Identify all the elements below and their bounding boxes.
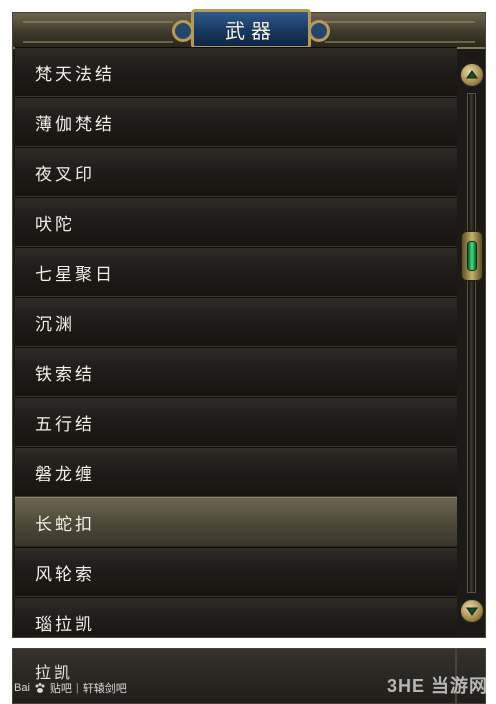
list-item[interactable]: 磐龙缠 (15, 447, 457, 497)
list-item-label: 沉渊 (35, 314, 75, 335)
forum-name: 轩辕剑吧 (82, 683, 127, 695)
list-item[interactable]: 长蛇扣 (15, 497, 457, 547)
list-item[interactable]: 夜叉印 (15, 147, 457, 197)
panel-header: 武器 (13, 9, 485, 49)
list-item[interactable]: 铁索结 (15, 347, 457, 397)
baidu-tieba-watermark: Bai 贴吧 | 轩辕剑吧 (14, 680, 127, 696)
site-watermark: 3HE 当游网 (386, 676, 488, 696)
list-item-label: 磐龙缠 (35, 464, 95, 485)
panel-title: 武器 (225, 18, 277, 43)
footer-separator: | (75, 682, 79, 694)
header-ornament-left (23, 21, 173, 43)
title-plate: 武器 (172, 9, 330, 49)
green-gem-icon (467, 241, 477, 271)
weapon-list: 梵天法结薄伽梵结夜叉印吠陀七星聚日沉渊铁索结五行结磐龙缠长蛇扣风轮索瑙拉凯 (15, 47, 457, 635)
list-item-label: 吠陀 (35, 214, 75, 235)
list-item[interactable]: 薄伽梵结 (15, 97, 457, 147)
weapon-list-panel: 武器 梵天法结薄伽梵结夜叉印吠陀七星聚日沉渊铁索结五行结磐龙缠长蛇扣风轮索瑙拉凯 (12, 9, 486, 638)
baidu-brand: Bai (14, 682, 30, 694)
list-item[interactable]: 沉渊 (15, 297, 457, 347)
list-item-label: 瑙拉凯 (35, 614, 95, 635)
list-item[interactable]: 梵天法结 (15, 47, 457, 97)
list-item[interactable]: 吠陀 (15, 197, 457, 247)
scroll-down-button[interactable] (460, 591, 484, 631)
list-item-label: 铁索结 (35, 364, 95, 385)
list-item[interactable]: 五行结 (15, 397, 457, 447)
list-item-label: 七星聚日 (35, 264, 115, 285)
header-ornament-right (325, 21, 475, 43)
scrollbar[interactable] (459, 53, 485, 633)
list-item[interactable]: 瑙拉凯 (15, 597, 457, 635)
paw-icon (35, 683, 45, 693)
list-item-label: 薄伽梵结 (35, 114, 115, 135)
chevron-up-icon[interactable] (460, 63, 484, 87)
scroll-track[interactable] (467, 93, 476, 593)
list-item[interactable]: 风轮索 (15, 547, 457, 597)
list-item-label: 长蛇扣 (35, 514, 95, 535)
list-item[interactable]: 七星聚日 (15, 247, 457, 297)
list-item-label: 五行结 (35, 414, 95, 435)
scroll-thumb[interactable] (461, 231, 483, 281)
list-item-label: 夜叉印 (35, 164, 95, 185)
list-item-label: 风轮索 (35, 564, 95, 585)
scroll-up-button[interactable] (460, 55, 484, 95)
tieba-site: 贴吧 (49, 683, 72, 695)
chevron-down-icon[interactable] (460, 599, 484, 623)
list-item-label: 梵天法结 (35, 64, 115, 85)
